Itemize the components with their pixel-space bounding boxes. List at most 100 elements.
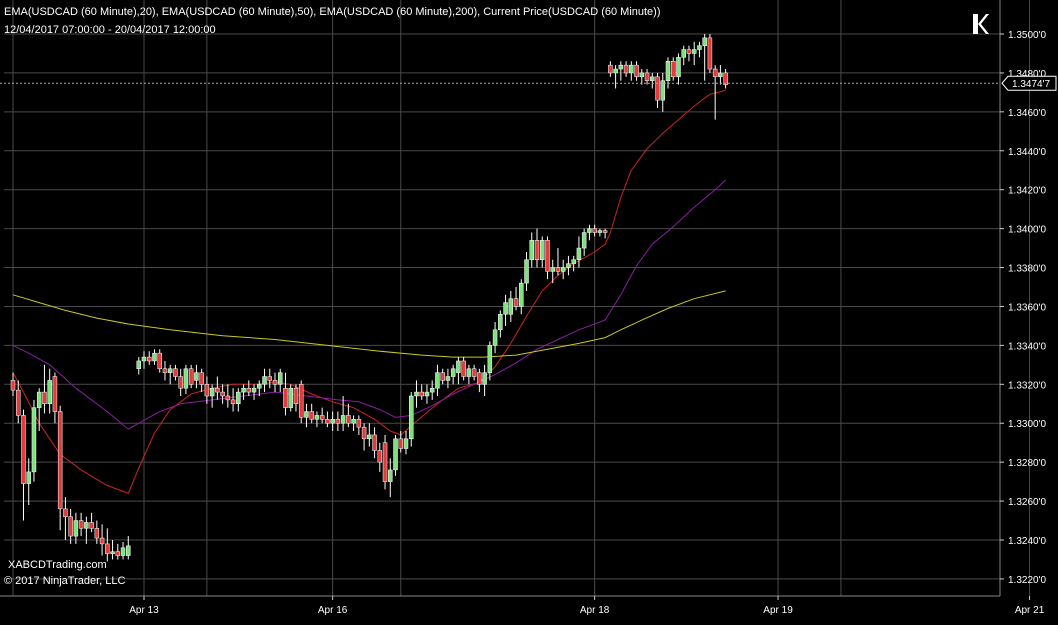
candle-body-bull [314,415,320,420]
x-tick-label: Apr 18 [580,605,610,616]
candle-body-bull [519,282,524,307]
candle-body-bull [367,434,372,440]
candle-body-bear [293,387,299,405]
candle-body-bull [576,247,582,261]
candle-body-bull [498,313,503,331]
y-tick-label: 1.3320'0 [1008,380,1046,391]
candle-body-bull [84,522,89,529]
candle-body-bull [194,372,199,381]
candle-body-bull [241,387,246,393]
candle-body-bear [534,240,540,261]
candle-body-bear [707,37,713,70]
candle-body-bull [681,49,686,58]
candle-body-bear [592,228,597,233]
candle-body-bear [555,267,561,272]
current-price-label: 1.3474'7 [1012,79,1050,90]
candle-body-bull [73,520,79,537]
candle-body-bear [335,419,341,424]
candle-body-bull [262,376,267,385]
candle-body-bull [487,345,493,373]
price-chart[interactable]: 1.3500'01.3480'01.3460'01.3440'01.3420'0… [0,0,1058,625]
candle-body-bear [63,508,68,517]
candle-body-bull [408,395,414,440]
candle-body-bear [461,360,466,377]
candle-body-bear [188,368,194,385]
candle-body-bear [477,372,482,385]
candle-body-bull [665,60,671,81]
candle-body-bear [471,368,477,377]
candle-body-bear [398,438,404,449]
watermark-copyright: © 2017 NinjaTrader, LLC [4,575,126,587]
x-tick-label: Apr 13 [129,605,159,616]
candle-body-bear [644,72,650,81]
candle-body-bull [581,232,587,249]
candle-body-bear [230,399,236,405]
candle-body-bull [26,471,31,484]
candle-body-bear [52,376,58,412]
candle-body-bull [424,391,430,397]
candle-body-bull [492,329,498,346]
candle-body-bull [435,372,440,389]
candle-body-bear [10,380,16,391]
candle-body-bull [257,384,262,389]
candle-body-bull [340,415,346,424]
candle-body-bear [162,368,168,373]
indicator-legend: EMA(USDCAD (60 Minute),20), EMA(USDCAD (… [4,6,661,18]
candle-body-bear [325,419,330,424]
candle-body-bear [204,384,210,397]
candle-body-bull [141,356,147,362]
candle-body-bull [618,64,624,70]
candle-body-bull [613,68,618,74]
candle-body-bull [466,368,472,377]
candle-body-bull [697,45,702,50]
candle-body-bear [309,411,314,420]
candle-body-bull [126,545,131,556]
candle-body-bear [356,419,362,428]
candle-body-bear [372,434,377,451]
candle-body-bear [199,372,204,385]
candle-body-bear [173,368,178,377]
x-tick-label: Apr 19 [763,605,793,616]
candle-body-bear [545,240,550,272]
candle-body-bear [382,442,388,482]
candle-body-bear [42,391,47,405]
candle-body-bear [670,60,676,78]
candle-body-bear [105,543,110,554]
candle-body-bull [482,372,487,385]
candle-body-bull [524,259,529,284]
candle-body-bear [178,376,183,389]
y-tick-label: 1.3220'0 [1008,575,1046,586]
candle-body-bear [686,49,692,54]
candle-body-bull [691,49,697,54]
candle-body-bull [277,372,283,385]
candle-body-bull [351,419,356,424]
candle-body-bull [550,267,555,272]
candle-body-bull [718,72,723,78]
y-tick-label: 1.3400'0 [1008,225,1046,236]
candle-body-bull [450,368,456,377]
candle-body-bull [566,263,571,268]
candle-body-bear [146,356,152,362]
y-tick-label: 1.3380'0 [1008,264,1046,275]
y-tick-label: 1.3300'0 [1008,419,1046,430]
candle-body-bear [68,516,73,537]
y-tick-label: 1.3280'0 [1008,458,1046,469]
candle-body-bear [655,76,660,101]
candle-body-bear [377,450,383,463]
candle-body-bull [597,230,603,233]
candle-body-bear [283,387,288,408]
candle-body-bull [702,37,707,46]
candle-body-bear [513,298,519,307]
candle-body-bull [414,391,419,397]
candle-body-bull [110,551,115,554]
candle-body-bull [251,387,257,393]
candle-body-bull [393,438,398,471]
y-tick-label: 1.3420'0 [1008,186,1046,197]
candle-body-bull [456,360,461,373]
candle-body-bull [629,64,634,74]
candle-body-bear [608,64,613,74]
candle-body-bear [215,387,220,393]
candle-body-bull [403,438,409,449]
candle-body-bear [298,384,304,418]
x-tick-label: Apr 21 [1015,605,1045,616]
